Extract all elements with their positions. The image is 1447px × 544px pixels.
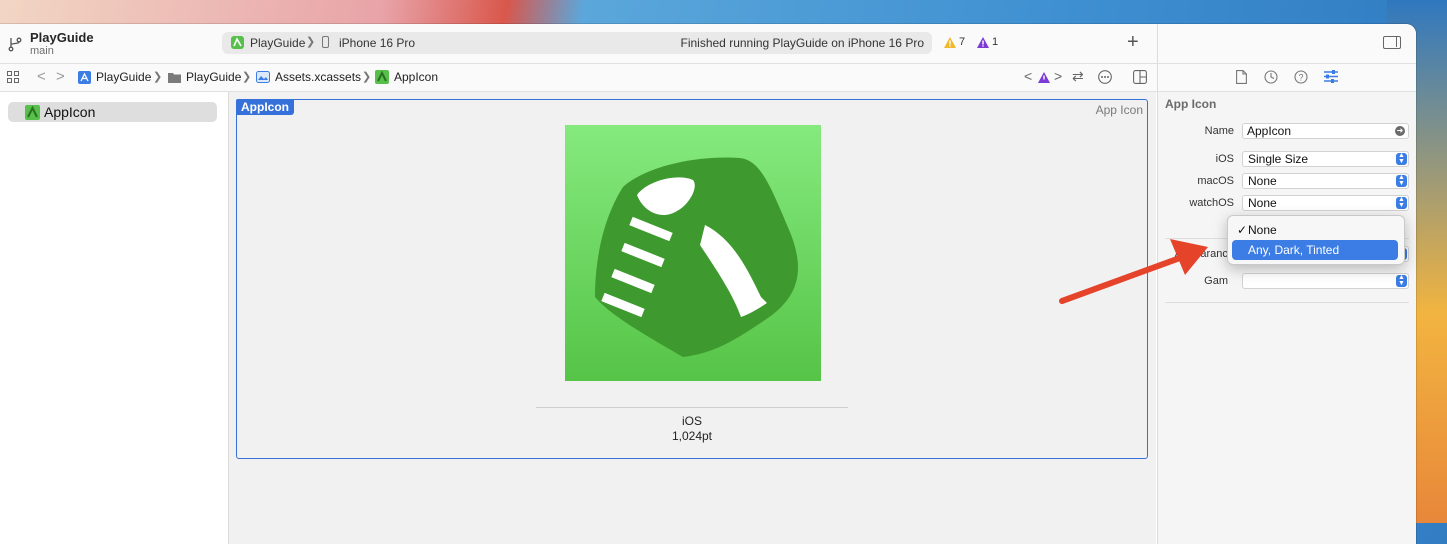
- window-toolbar: PlayGuide main PlayGuide ❯ iPhone 16 Pro…: [0, 24, 1157, 64]
- macos-popup[interactable]: None ▲ ▼: [1242, 173, 1409, 189]
- popup-arrows-icon: ▲▼: [1396, 174, 1407, 187]
- activity-view: PlayGuide ❯ iPhone 16 Pro Finished runni…: [222, 32, 932, 54]
- issues-count: 1: [992, 36, 999, 48]
- folder-icon: [168, 72, 181, 83]
- project-title[interactable]: PlayGuide: [30, 30, 94, 45]
- attributes-inspector: App Icon Name AppIcon ➜ iOS Single Size …: [1157, 92, 1416, 544]
- app-scheme-icon: [231, 36, 244, 49]
- scheme-selector[interactable]: PlayGuide: [250, 36, 305, 50]
- next-issue-chevron-icon[interactable]: >: [1054, 68, 1062, 84]
- related-items-grid-icon[interactable]: [7, 71, 20, 84]
- breadcrumb-label: AppIcon: [394, 70, 439, 84]
- add-plus-icon[interactable]: +: [1127, 30, 1139, 54]
- warnings-indicator[interactable]: 7: [944, 36, 965, 48]
- toggle-inspector-icon[interactable]: [1383, 36, 1401, 49]
- menu-item-none[interactable]: ✓ None: [1232, 220, 1398, 240]
- ios-value: Single Size: [1248, 152, 1309, 166]
- editor-options-icon[interactable]: [1133, 70, 1147, 84]
- image-set-container[interactable]: AppIcon App Icon iOS 1,024pt: [236, 99, 1148, 459]
- asset-list-sidebar: AppIcon: [0, 92, 229, 544]
- quick-help-icon[interactable]: ?: [1294, 70, 1308, 84]
- annotation-arrow-icon: [1059, 239, 1208, 304]
- macos-label: macOS: [1197, 175, 1234, 187]
- runtime-issue-icon: [977, 36, 989, 48]
- chevron-right-icon: ❯: [362, 71, 372, 83]
- issues-indicator[interactable]: 1: [977, 36, 998, 48]
- appicon-thumbnail-icon: [375, 70, 389, 84]
- warnings-count: 7: [959, 36, 966, 48]
- watchos-popup[interactable]: None ▲ ▼: [1242, 195, 1409, 211]
- popup-arrows-icon: ▲▼: [1396, 152, 1407, 165]
- iphone-icon: [322, 36, 329, 48]
- xcode-project-icon: [78, 70, 91, 84]
- warning-icon: [944, 36, 956, 48]
- previous-issue-chevron-icon[interactable]: <: [1024, 68, 1032, 84]
- more-options-icon[interactable]: [1098, 70, 1112, 84]
- icon-size-label: 1,024pt: [671, 429, 713, 443]
- breadcrumb-label: PlayGuide: [186, 70, 242, 84]
- breadcrumb-asset-catalog[interactable]: Assets.xcassets: [256, 70, 361, 84]
- popup-arrows-icon: ▲▼: [1396, 274, 1407, 287]
- watchos-label: watchOS: [1189, 197, 1234, 209]
- watchos-value: None: [1248, 196, 1277, 210]
- popup-arrows-icon: ▲▼: [1396, 196, 1407, 209]
- ios-label: iOS: [1215, 153, 1234, 165]
- appicon-thumbnail-icon: [25, 105, 40, 120]
- attributes-inspector-icon[interactable]: [1324, 69, 1338, 84]
- file-inspector-icon[interactable]: [1236, 70, 1247, 84]
- name-label: Name: [1204, 125, 1234, 137]
- breadcrumb-appicon[interactable]: AppIcon: [375, 70, 438, 84]
- inspector-toolbar: [1157, 24, 1416, 64]
- forward-chevron-icon[interactable]: >: [56, 68, 65, 85]
- asset-catalog-icon: [256, 71, 270, 83]
- list-item[interactable]: AppIcon: [8, 102, 217, 122]
- app-icon-image-well[interactable]: [565, 125, 821, 381]
- asset-editor-canvas: AppIcon App Icon iOS 1,024pt: [229, 92, 1156, 544]
- run-destination[interactable]: iPhone 16 Pro: [339, 36, 415, 50]
- breadcrumb-group[interactable]: PlayGuide: [168, 70, 241, 84]
- icon-platform-label: iOS: [681, 414, 702, 428]
- jump-bar: < > PlayGuide ❯ PlayGuide ❯ Assets.xcass…: [0, 64, 1157, 92]
- chevron-right-icon: ❯: [153, 71, 163, 83]
- chevron-right-icon: ❯: [306, 36, 316, 48]
- breadcrumb-label: PlayGuide: [96, 70, 152, 84]
- inspector-tab-bar: ?: [1157, 64, 1416, 92]
- well-divider: [536, 407, 848, 408]
- image-set-type-label: App Icon: [1095, 103, 1143, 117]
- history-inspector-icon[interactable]: [1264, 70, 1278, 84]
- menu-item-any-dark-tinted[interactable]: Any, Dark, Tinted: [1232, 240, 1398, 260]
- svg-text:?: ?: [1298, 73, 1303, 83]
- branch-icon: [8, 37, 22, 52]
- list-item-label: AppIcon: [44, 104, 96, 120]
- inspector-section-title: App Icon: [1165, 97, 1217, 111]
- back-chevron-icon[interactable]: <: [37, 68, 46, 85]
- swap-arrows-icon[interactable]: ⇄: [1072, 68, 1084, 85]
- macos-value: None: [1248, 174, 1277, 188]
- ios-popup[interactable]: Single Size ▲ ▼: [1242, 151, 1409, 167]
- name-field[interactable]: AppIcon ➜: [1242, 123, 1409, 139]
- menu-item-label: Any, Dark, Tinted: [1248, 243, 1340, 257]
- issue-navigator-warning-icon[interactable]: [1038, 72, 1050, 83]
- chevron-right-icon: ❯: [242, 71, 252, 83]
- menu-item-label: None: [1248, 223, 1277, 237]
- name-value: AppIcon: [1247, 124, 1292, 138]
- checkmark-icon: ✓: [1237, 223, 1248, 237]
- go-arrow-icon[interactable]: ➜: [1395, 126, 1405, 136]
- branch-name[interactable]: main: [30, 45, 54, 57]
- breadcrumb-project[interactable]: PlayGuide: [78, 70, 151, 84]
- gamut-popup[interactable]: ▲ ▼: [1242, 273, 1409, 289]
- build-status: Finished running PlayGuide on iPhone 16 …: [680, 36, 925, 50]
- appearance-dropdown-menu: ✓ None Any, Dark, Tinted: [1227, 215, 1405, 265]
- breadcrumb-label: Assets.xcassets: [275, 70, 362, 84]
- image-set-name-tag: AppIcon: [236, 99, 294, 115]
